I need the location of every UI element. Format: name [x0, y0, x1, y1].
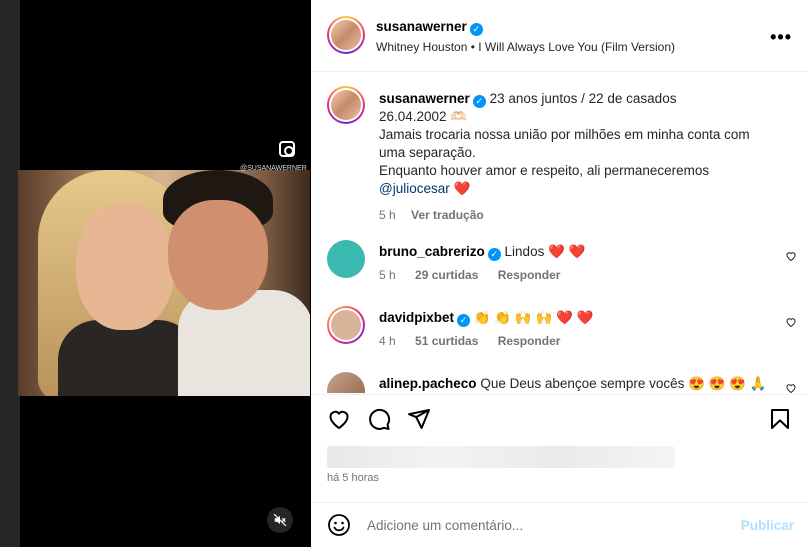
verified-icon: ✓ [487, 248, 501, 261]
comment-avatar[interactable] [327, 306, 365, 344]
comment-box: Adicione um comentário... Publicar [311, 502, 808, 547]
heart-icon[interactable] [785, 382, 797, 393]
video-watermark: @SUSANAWERNER [240, 165, 307, 172]
heart-icon[interactable] [327, 407, 351, 431]
reply-button[interactable]: Responder [498, 334, 561, 348]
comment-clip: alinep.pacheco Que Deus abençoe sempre v… [311, 360, 808, 393]
share-icon[interactable] [407, 407, 431, 431]
comment-username[interactable]: davidpixbet [379, 310, 454, 325]
heart-emoji: ❤️ [453, 181, 471, 196]
comment-time[interactable]: 4 h [379, 334, 396, 348]
media-panel: @SUSANAWERNER [0, 0, 311, 547]
more-icon[interactable]: ••• [770, 27, 792, 48]
action-bar [311, 394, 808, 444]
comment-username[interactable]: alinep.pacheco [379, 376, 477, 391]
comment-text: 👏 👏 🙌 🙌 ❤️ ❤️ [473, 310, 594, 325]
post-panel: susanawerner ✓ Whitney Houston • I Will A… [311, 0, 808, 547]
translate-link[interactable]: Ver tradução [411, 208, 484, 222]
instagram-icon [279, 141, 295, 157]
mute-icon [273, 513, 287, 527]
author-avatar[interactable] [327, 16, 365, 54]
caption-time[interactable]: 5 h [379, 208, 396, 222]
mention-link[interactable]: @juliocesar [379, 181, 450, 196]
audio-track[interactable]: Whitney Houston • I Will Always Love You… [376, 40, 675, 54]
bookmark-icon[interactable] [768, 407, 792, 431]
heart-icon[interactable] [785, 250, 797, 262]
comment-username[interactable]: bruno_cabrerizo [379, 244, 485, 259]
comment-text: Lindos ❤️ ❤️ [504, 244, 586, 259]
comment-time[interactable]: 5 h [379, 268, 396, 282]
publish-button[interactable]: Publicar [741, 518, 794, 533]
caption-line2: 26.04.2002 🫶🏻 [379, 109, 468, 124]
post-time[interactable]: há 5 horas [327, 472, 379, 484]
post-header: susanawerner ✓ Whitney Houston • I Will A… [311, 0, 808, 72]
caption-username[interactable]: susanawerner [379, 91, 470, 106]
comment-avatar[interactable] [327, 240, 365, 278]
comment-item: alinep.pacheco Que Deus abençoe sempre v… [327, 372, 797, 393]
comment-item: bruno_cabrerizo ✓ Lindos ❤️ ❤️ 5 h 29 cur… [327, 240, 797, 290]
heart-icon[interactable] [785, 316, 797, 328]
caption-line3: Jamais trocaria nossa união por milhões … [379, 127, 750, 160]
author-username[interactable]: susanawerner [376, 19, 467, 34]
mute-button[interactable] [267, 507, 293, 533]
comment-icon[interactable] [367, 407, 391, 431]
couple-photo [18, 170, 310, 396]
comment-avatar[interactable] [327, 372, 365, 393]
caption-line4: Enquanto houver amor e respeito, ali per… [379, 163, 710, 178]
caption-avatar[interactable] [327, 86, 365, 124]
reply-button[interactable]: Responder [498, 268, 561, 282]
comment-text: Que Deus abençoe sempre vocês 😍 😍 😍 🙏 [480, 376, 767, 391]
comment-likes[interactable]: 29 curtidas [415, 268, 478, 282]
caption-line1: 23 anos juntos / 22 de casados [489, 91, 677, 106]
liked-by-blurred [327, 446, 675, 468]
comment-item: davidpixbet ✓ 👏 👏 🙌 🙌 ❤️ ❤️ 4 h 51 curtid… [327, 306, 797, 356]
comment-likes[interactable]: 51 curtidas [415, 334, 478, 348]
comment-input[interactable]: Adicione um comentário... [367, 518, 523, 533]
media-edge [0, 0, 20, 547]
verified-icon: ✓ [457, 314, 471, 327]
emoji-icon[interactable] [327, 513, 351, 537]
verified-icon: ✓ [472, 95, 486, 108]
verified-icon: ✓ [469, 23, 483, 36]
